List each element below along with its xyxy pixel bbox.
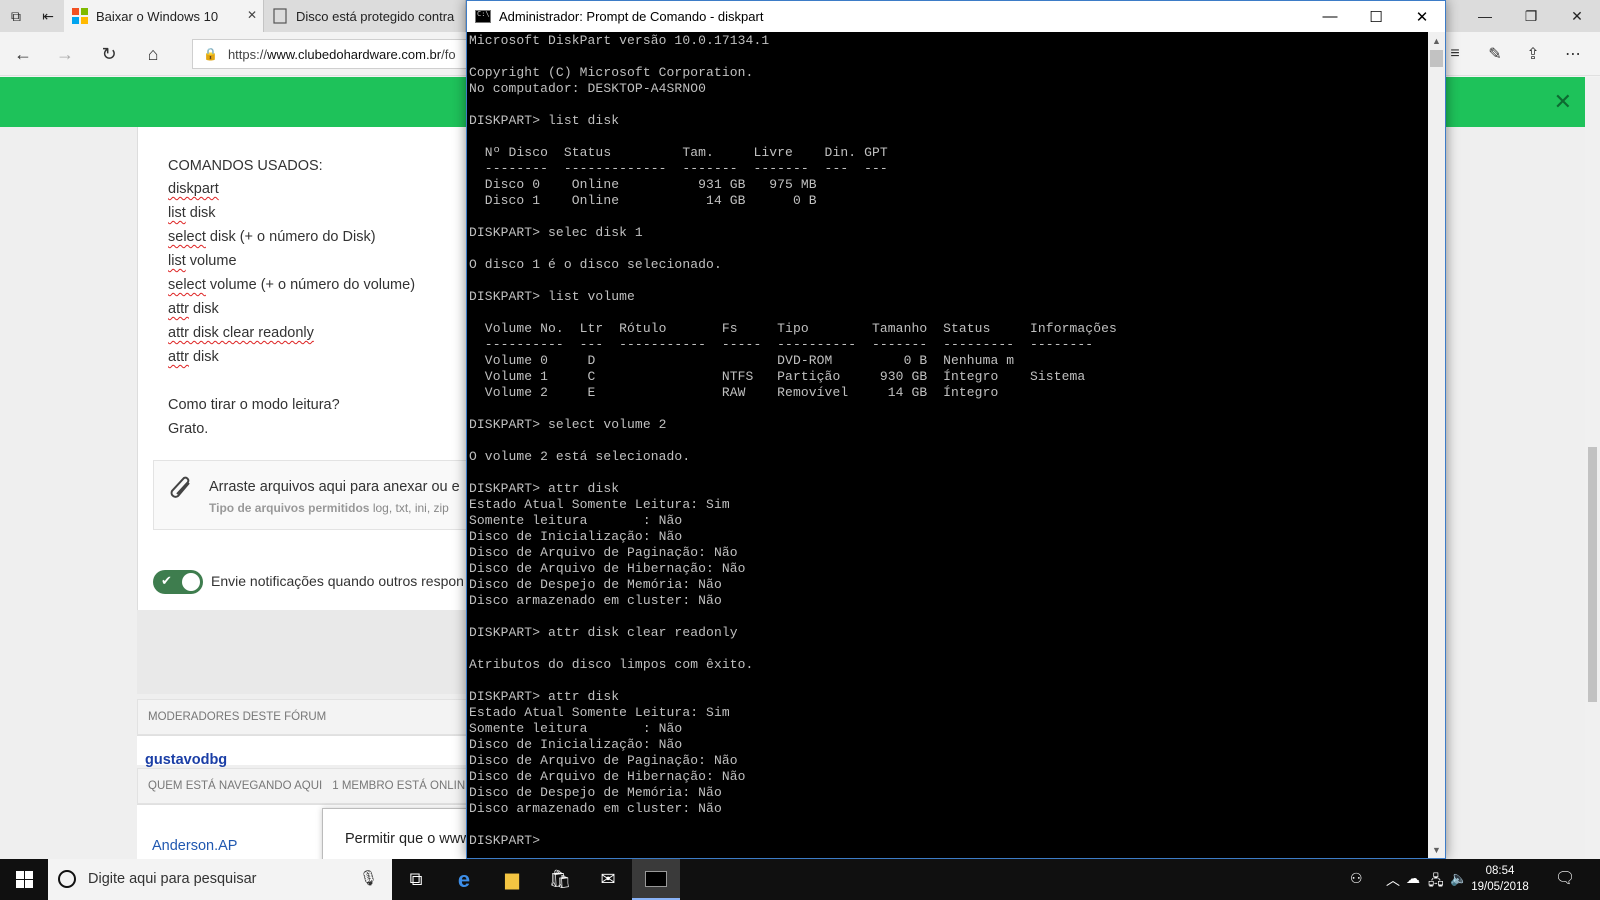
page-icon (273, 8, 287, 24)
scroll-down-icon[interactable]: ▼ (1428, 841, 1445, 858)
tab-disco-protegido[interactable]: Disco está protegido contra (264, 0, 466, 32)
post-line: attr disk (168, 301, 219, 317)
store-icon[interactable]: 🛍 (536, 859, 584, 900)
chevron-up-icon[interactable]: ︿ (1386, 870, 1400, 890)
post-line: attr disk (168, 349, 219, 365)
close-icon[interactable]: ✕ (1399, 1, 1445, 32)
more-icon[interactable]: ⋯ (1558, 39, 1588, 69)
cmd-scrollbar[interactable]: ▲ ▼ (1428, 32, 1445, 858)
people-icon[interactable]: ⚇ (1350, 870, 1363, 887)
console-icon (645, 870, 667, 887)
console-output: Microsoft DiskPart versão 10.0.17134.1 C… (469, 33, 1117, 848)
notify-label: Envie notificações quando outros respon (211, 573, 464, 589)
pen-icon[interactable]: ✎ (1480, 39, 1510, 69)
post-line: select disk (+ o número do Disk) (168, 229, 376, 245)
tab-title: Baixar o Windows 10 (96, 8, 219, 24)
forward-icon[interactable]: → (50, 39, 80, 69)
windows-logo-icon (15, 871, 33, 888)
clock[interactable]: 08:54 19/05/2018 (1460, 863, 1540, 895)
edge-icon[interactable]: e (440, 859, 488, 900)
cmd-titlebar[interactable]: Administrador: Prompt de Comando - diskp… (467, 1, 1445, 32)
post-heading: COMANDOS USADOS: (168, 158, 323, 174)
back-icon[interactable]: ← (8, 39, 38, 69)
member-link[interactable]: Anderson.AP (152, 838, 237, 854)
tabs-aside-icon[interactable]: ⇤ (32, 0, 64, 32)
search-placeholder: Digite aqui para pesquisar (88, 871, 257, 887)
mail-icon[interactable]: ✉ (584, 859, 632, 900)
home-icon[interactable]: ⌂ (138, 39, 168, 69)
cmd-console[interactable]: Microsoft DiskPart versão 10.0.17134.1 C… (468, 32, 1428, 858)
post-line: attr disk clear readonly (168, 325, 314, 341)
file-explorer-icon[interactable]: ▆ (488, 859, 536, 900)
scroll-thumb[interactable] (1588, 447, 1597, 702)
attach-types: Tipo de arquivos permitidos log, txt, in… (209, 501, 449, 515)
scroll-up-icon[interactable]: ▲ (1428, 32, 1445, 49)
taskbar: Digite aqui para pesquisar 🎙 ⧉ e ▆ 🛍 ✉ ⚇… (0, 859, 1600, 900)
post-line: list volume (168, 253, 237, 269)
restore-icon[interactable]: ❐ (1508, 0, 1554, 32)
moderator-link[interactable]: gustavodbg (145, 752, 227, 768)
page-scrollbar[interactable] (1585, 77, 1600, 859)
minimize-icon[interactable]: — (1307, 1, 1353, 32)
check-icon: ✔ (161, 573, 172, 588)
scroll-thumb[interactable] (1430, 50, 1443, 67)
taskbar-search[interactable]: Digite aqui para pesquisar 🎙 (48, 859, 392, 900)
notify-toggle[interactable]: ✔ (153, 570, 203, 594)
refresh-icon[interactable]: ↻ (94, 39, 124, 69)
attach-text: Arraste arquivos aqui para anexar ou e (209, 479, 460, 495)
minimize-icon[interactable]: — (1462, 0, 1508, 32)
post-question: Como tirar o modo leitura? (168, 397, 340, 413)
windows-logo-icon (72, 8, 88, 24)
cmd-icon (475, 10, 491, 23)
lock-icon: 🔒 (203, 47, 218, 61)
action-center-icon[interactable]: 🗨 (1555, 868, 1575, 888)
onedrive-icon[interactable]: ☁ (1406, 870, 1420, 887)
cmd-title: Administrador: Prompt de Comando - diskp… (499, 9, 764, 24)
clock-time: 08:54 (1485, 865, 1515, 877)
start-button[interactable] (0, 859, 48, 900)
cortana-icon (58, 870, 76, 888)
popup-text: Permitir que o www (345, 831, 471, 847)
microphone-icon[interactable]: 🎙 (359, 869, 378, 887)
cmd-window[interactable]: Administrador: Prompt de Comando - diskp… (466, 0, 1446, 859)
post-thanks: Grato. (168, 421, 209, 437)
cmd-taskbar-icon[interactable] (632, 859, 680, 900)
clock-date: 19/05/2018 (1471, 881, 1529, 893)
share-icon[interactable]: ⇪ (1518, 39, 1548, 69)
banner-close-icon[interactable]: ✕ (1554, 89, 1572, 115)
post-line: list disk (168, 205, 216, 221)
post-line: select volume (+ o número do volume) (168, 277, 416, 293)
tab-title: Disco está protegido contra (296, 8, 455, 24)
tab-baixar-windows[interactable]: Baixar o Windows 10 ✕ (64, 0, 264, 32)
tab-close-icon[interactable]: ✕ (247, 8, 257, 22)
maximize-icon[interactable]: ☐ (1353, 1, 1399, 32)
address-bar[interactable]: 🔒 https://www.clubedohardware.com.br/fo (192, 39, 472, 69)
tab-actions-icon[interactable]: ⧉ (0, 0, 32, 32)
network-icon[interactable]: 🖧 (1428, 870, 1444, 894)
post-line: diskpart (168, 181, 219, 197)
paperclip-icon (170, 476, 190, 498)
toggle-knob (182, 573, 200, 591)
close-icon[interactable]: ✕ (1554, 0, 1600, 32)
task-view-icon[interactable]: ⧉ (392, 859, 440, 900)
